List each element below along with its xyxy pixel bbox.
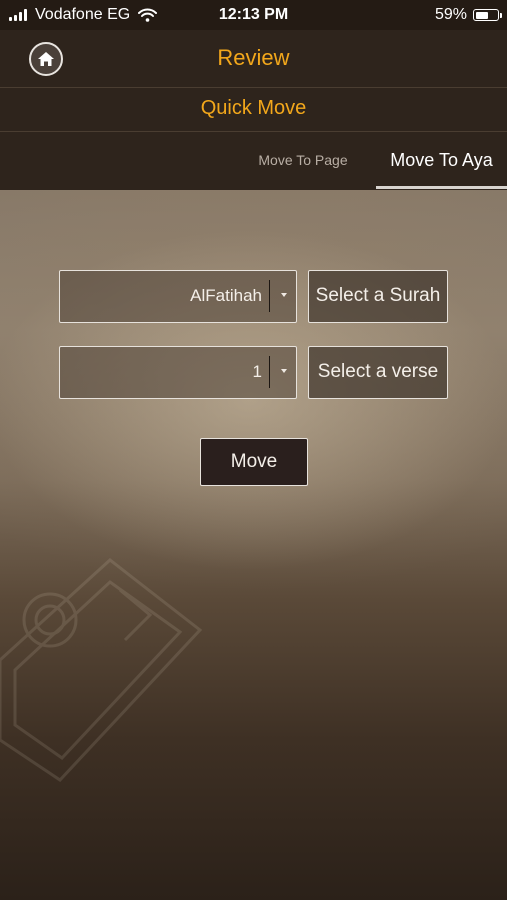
tab-move-to-aya[interactable]: Move To Aya (376, 132, 507, 188)
status-time: 12:13 PM (218, 6, 289, 23)
review-bar: Review (0, 30, 507, 88)
page-subtitle: Quick Move (200, 97, 307, 119)
dropdown-separator (268, 280, 270, 312)
battery-level (475, 11, 488, 19)
select-verse-button[interactable]: Select a verse (308, 346, 448, 399)
tab-move-to-page[interactable]: Move To Page (238, 132, 368, 188)
battery-icon (473, 9, 502, 21)
verse-value: 1 (252, 362, 262, 381)
status-bar: Vodafone EG 12:13 PM 59% (0, 0, 507, 30)
subtitle-bar: Quick Move (0, 88, 507, 132)
dropdown-separator (268, 356, 270, 388)
home-button[interactable] (29, 42, 63, 76)
tab-bar: Move To Page Move To Aya (0, 132, 507, 190)
decorative-pattern (0, 558, 203, 782)
app-header: Review Quick Move Move To Page Move To A… (0, 30, 507, 190)
chevron-down-icon (281, 293, 287, 297)
select-surah-button[interactable]: Select a Surah (308, 270, 448, 323)
battery-percent: 59% (434, 6, 467, 23)
surah-dropdown[interactable]: AlFatihah (59, 270, 297, 323)
verse-dropdown[interactable]: 1 (59, 346, 297, 399)
tab-selected-indicator (376, 186, 507, 189)
move-button[interactable]: Move (200, 438, 308, 486)
chevron-down-icon (281, 369, 287, 373)
home-icon (38, 52, 54, 66)
surah-value: AlFatihah (190, 286, 262, 305)
page-title: Review (217, 45, 290, 70)
